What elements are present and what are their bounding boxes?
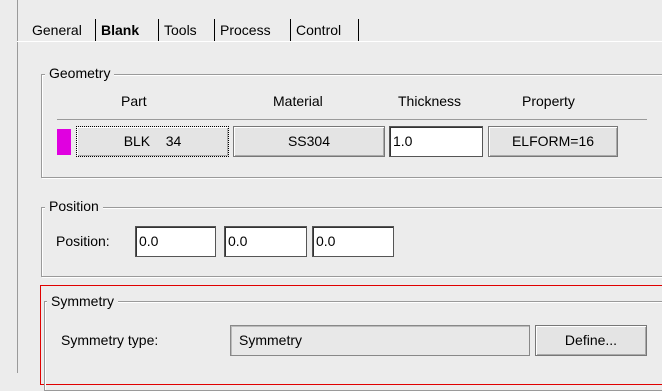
- tab-blank[interactable]: Blank: [99, 19, 141, 41]
- symmetry-type-field[interactable]: Symmetry: [230, 325, 530, 356]
- column-header-property: Property: [522, 93, 575, 109]
- thickness-input[interactable]: 1.0: [389, 126, 483, 157]
- position-y-input[interactable]: 0.0: [224, 226, 307, 257]
- position-z-input[interactable]: 0.0: [312, 226, 394, 257]
- tab-control[interactable]: Control: [294, 19, 343, 41]
- tab-strip-edge: [17, 41, 662, 42]
- geometry-group-title: Geometry: [45, 65, 115, 81]
- tab-process[interactable]: Process: [218, 19, 273, 41]
- tab-separator: [214, 19, 215, 41]
- tab-tools[interactable]: Tools: [162, 19, 199, 41]
- symmetry-type-label: Symmetry type:: [61, 332, 159, 348]
- position-x-input[interactable]: 0.0: [135, 226, 216, 257]
- column-header-thickness: Thickness: [398, 93, 462, 109]
- material-button[interactable]: SS304: [233, 126, 385, 157]
- position-label: Position:: [56, 233, 110, 249]
- column-header-material: Material: [273, 93, 323, 109]
- part-id: 34: [165, 133, 182, 149]
- part-name: BLK: [123, 133, 151, 149]
- part-button[interactable]: BLK 34: [76, 126, 229, 157]
- tab-separator: [358, 19, 359, 41]
- part-color-swatch[interactable]: [57, 129, 71, 155]
- column-header-part: Part: [121, 93, 147, 109]
- tab-separator: [158, 19, 159, 41]
- symmetry-group-title: Symmetry: [47, 293, 118, 309]
- property-button[interactable]: ELFORM=16: [488, 126, 618, 157]
- define-button[interactable]: Define...: [535, 325, 647, 356]
- tab-separator: [95, 19, 96, 41]
- position-group-title: Position: [45, 198, 103, 214]
- header-divider: [57, 119, 647, 120]
- panel-left-border: [17, 0, 18, 373]
- tab-general[interactable]: General: [30, 19, 84, 41]
- tab-separator: [290, 19, 291, 41]
